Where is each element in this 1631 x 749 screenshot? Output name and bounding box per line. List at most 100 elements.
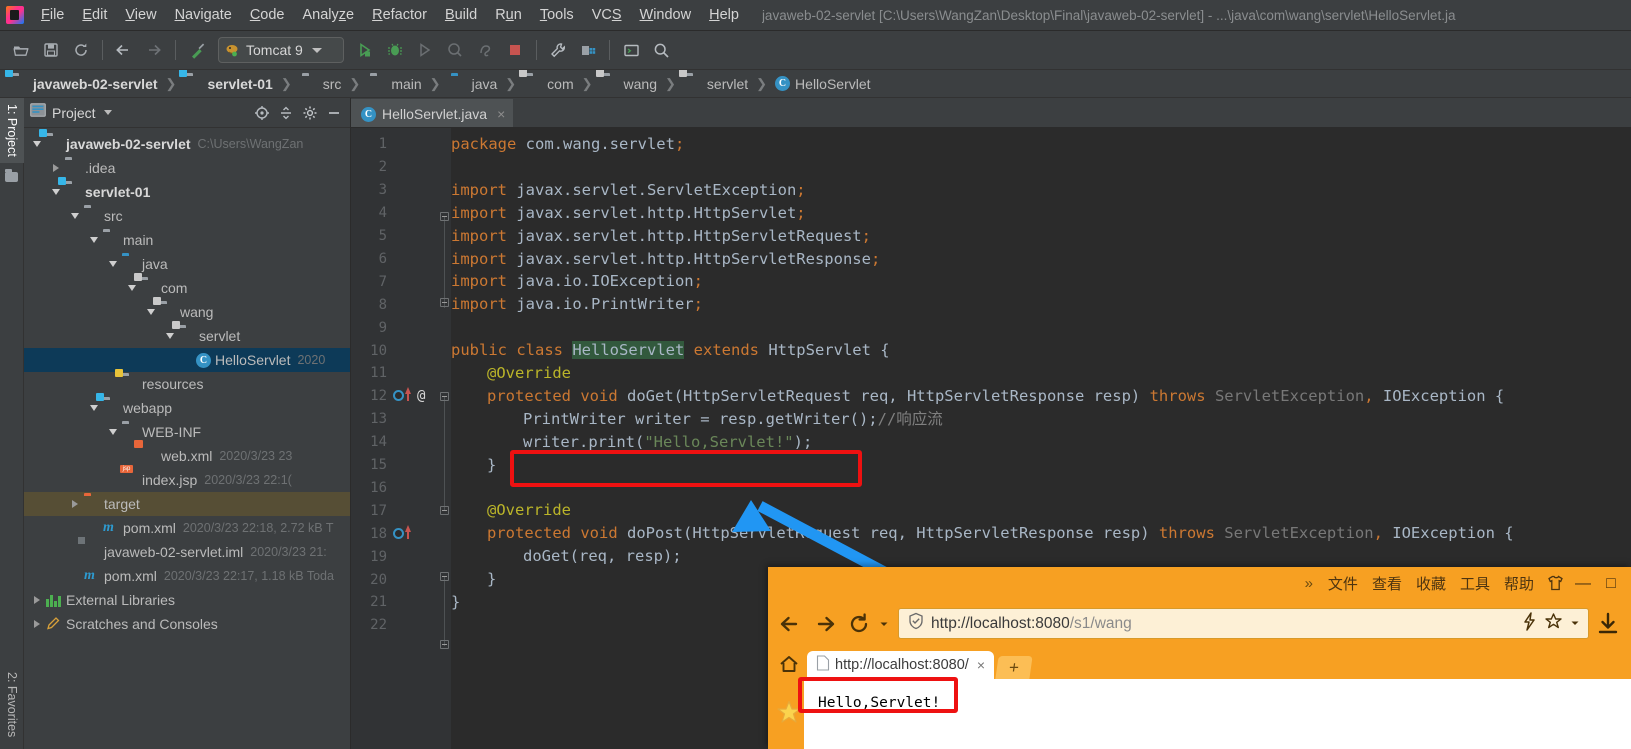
attach-icon[interactable] bbox=[470, 36, 500, 64]
menu-item-analyze[interactable]: Analyze bbox=[294, 4, 364, 26]
menu-item-help[interactable]: Help bbox=[700, 4, 748, 26]
tree-item-webapp[interactable]: webapp bbox=[24, 393, 350, 420]
project-structure-icon[interactable] bbox=[573, 36, 603, 64]
tree-item-wang[interactable]: wang bbox=[24, 297, 350, 324]
sidebar-item-project[interactable]: 1: Project bbox=[0, 98, 24, 163]
tree-item-target[interactable]: target bbox=[24, 492, 350, 516]
collapse-all-icon[interactable] bbox=[276, 103, 296, 123]
sidebar-item-favorites[interactable]: 2: Favorites bbox=[0, 666, 24, 743]
dropdown-caret-icon[interactable] bbox=[1570, 615, 1580, 633]
collapse-triangle-icon[interactable] bbox=[106, 425, 120, 439]
locate-icon[interactable] bbox=[252, 103, 272, 123]
menu-item-code[interactable]: Code bbox=[241, 4, 294, 26]
settings-icon[interactable] bbox=[300, 103, 320, 123]
fold-marker-doget-end[interactable] bbox=[440, 506, 449, 515]
lightning-icon[interactable] bbox=[1522, 611, 1537, 636]
fold-marker-imports-end[interactable] bbox=[440, 298, 449, 307]
collapse-triangle-icon[interactable] bbox=[87, 401, 101, 415]
star-icon[interactable] bbox=[1544, 612, 1563, 636]
profile-icon[interactable] bbox=[440, 36, 470, 64]
breadcrumb-item-servlet-01[interactable]: servlet-01 bbox=[179, 70, 273, 92]
tree-item-pom-xml[interactable]: m pom.xml 2020/3/23 22:17, 1.18 kB Toda bbox=[24, 564, 350, 588]
home-icon[interactable] bbox=[774, 649, 804, 679]
collapse-triangle-icon[interactable] bbox=[144, 305, 158, 319]
collapse-triangle-icon[interactable] bbox=[106, 257, 120, 271]
chevron-down-icon[interactable] bbox=[311, 47, 322, 53]
menu-item-tools[interactable]: Tools bbox=[531, 4, 583, 26]
run-with-coverage-icon[interactable] bbox=[410, 36, 440, 64]
stop-icon[interactable] bbox=[500, 36, 530, 64]
collapse-triangle-icon[interactable] bbox=[163, 329, 177, 343]
chevron-down-icon[interactable] bbox=[103, 110, 112, 115]
more-menu-icon[interactable]: » bbox=[1305, 575, 1313, 592]
tree-item-scratches-and-consoles[interactable]: Scratches and Consoles bbox=[24, 612, 350, 636]
build-icon[interactable] bbox=[182, 36, 212, 64]
skin-tshirt-icon[interactable] bbox=[1541, 572, 1569, 596]
menu-item-file[interactable]: File bbox=[32, 4, 73, 26]
favorite-star-icon[interactable] bbox=[776, 699, 802, 730]
sync-icon[interactable] bbox=[66, 36, 96, 64]
tree-item--idea[interactable]: .idea bbox=[24, 156, 350, 180]
close-icon[interactable]: × bbox=[977, 657, 985, 673]
menu-item-view[interactable]: View bbox=[116, 4, 165, 26]
tree-item-javaweb-02-servlet[interactable]: javaweb-02-servlet C:\Users\WangZan bbox=[24, 129, 350, 156]
tab-helloservlet-java[interactable]: C HelloServlet.java × bbox=[351, 99, 514, 127]
browser-menu-tools[interactable]: 工具 bbox=[1453, 571, 1497, 596]
run-icon[interactable] bbox=[350, 36, 380, 64]
new-tab-button[interactable]: + bbox=[995, 656, 1033, 679]
breadcrumb-item-main[interactable]: main bbox=[368, 76, 421, 92]
breadcrumb-item-javaweb-02-servlet[interactable]: javaweb-02-servlet bbox=[5, 70, 158, 92]
settings-icon[interactable] bbox=[543, 36, 573, 64]
collapse-triangle-icon[interactable] bbox=[87, 233, 101, 247]
menu-item-edit[interactable]: Edit bbox=[73, 4, 116, 26]
menu-item-run[interactable]: Run bbox=[486, 4, 531, 26]
terminal-icon[interactable] bbox=[616, 36, 646, 64]
tree-item-main[interactable]: main bbox=[24, 228, 350, 252]
collapse-triangle-icon[interactable] bbox=[125, 281, 139, 295]
menu-item-window[interactable]: Window bbox=[631, 4, 701, 26]
tree-item-web-inf[interactable]: WEB-INF bbox=[24, 420, 350, 444]
back-icon[interactable] bbox=[109, 36, 139, 64]
breadcrumb-item-servlet[interactable]: servlet bbox=[678, 70, 748, 92]
browser-menu-favorites[interactable]: 收藏 bbox=[1409, 571, 1453, 596]
fold-marker-doget[interactable] bbox=[440, 392, 449, 401]
annotation-icon[interactable]: @ bbox=[417, 388, 425, 404]
collapse-triangle-icon[interactable] bbox=[68, 209, 82, 223]
collapse-triangle-icon[interactable] bbox=[49, 185, 63, 199]
expand-triangle-icon[interactable] bbox=[49, 161, 63, 175]
menu-item-vcs[interactable]: VCS bbox=[583, 4, 631, 26]
menu-item-refactor[interactable]: Refactor bbox=[363, 4, 436, 26]
expand-triangle-icon[interactable] bbox=[30, 617, 44, 631]
expand-triangle-icon[interactable] bbox=[68, 497, 82, 511]
run-configuration-selector[interactable]: Tomcat 9 bbox=[218, 37, 344, 63]
debug-icon[interactable] bbox=[380, 36, 410, 64]
menu-item-build[interactable]: Build bbox=[436, 4, 486, 26]
breadcrumb-item-src[interactable]: src bbox=[300, 76, 342, 92]
expand-triangle-icon[interactable] bbox=[30, 593, 44, 607]
fold-marker-dopost[interactable] bbox=[440, 572, 449, 581]
forward-icon[interactable] bbox=[810, 609, 840, 639]
tree-item-resources[interactable]: resources bbox=[24, 369, 350, 396]
tree-item-servlet[interactable]: servlet bbox=[24, 321, 350, 348]
reload-dropdown-icon[interactable] bbox=[878, 609, 890, 639]
hide-panel-icon[interactable] bbox=[324, 103, 344, 123]
tree-item-index-jsp[interactable]: index.jsp 2020/3/23 22:1( bbox=[24, 468, 350, 492]
fold-marker-imports[interactable] bbox=[440, 212, 449, 221]
browser-menu-view[interactable]: 查看 bbox=[1365, 571, 1409, 596]
breadcrumb-item-com[interactable]: com bbox=[519, 70, 574, 92]
minimize-button[interactable]: — bbox=[1569, 572, 1597, 596]
breadcrumb-item-helloservlet[interactable]: C HelloServlet bbox=[775, 76, 871, 92]
browser-tab[interactable]: http://localhost:8080/ × bbox=[807, 651, 995, 679]
fold-marker-dopost-end[interactable] bbox=[440, 640, 449, 649]
maximize-button[interactable]: □ bbox=[1597, 572, 1625, 596]
tree-item-javaweb-02-servlet-iml[interactable]: javaweb-02-servlet.iml 2020/3/23 21: bbox=[24, 540, 350, 564]
menu-item-navigate[interactable]: Navigate bbox=[166, 4, 241, 26]
tree-item-web-xml[interactable]: web.xml 2020/3/23 23 bbox=[24, 444, 350, 468]
forward-icon[interactable] bbox=[139, 36, 169, 64]
back-icon[interactable] bbox=[776, 609, 806, 639]
browser-menu-help[interactable]: 帮助 bbox=[1497, 571, 1541, 596]
browser-menu-file[interactable]: 文件 bbox=[1321, 571, 1365, 596]
tree-item-src[interactable]: src bbox=[24, 204, 350, 228]
reload-icon[interactable] bbox=[844, 609, 874, 639]
override-method-icon[interactable] bbox=[393, 527, 404, 539]
